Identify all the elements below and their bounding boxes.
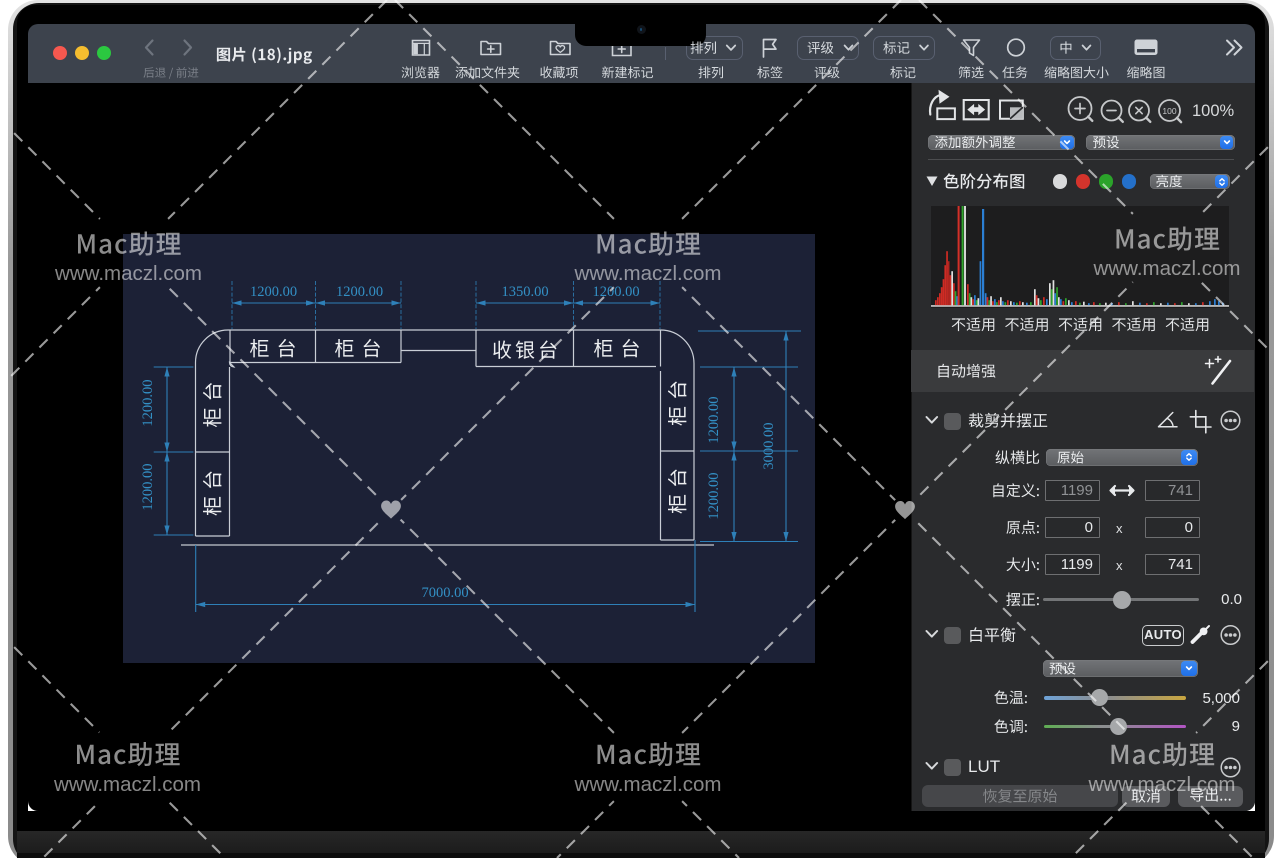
svg-text:www.maczl.com: www.maczl.com	[1088, 773, 1236, 796]
svg-text:www.maczl.com: www.maczl.com	[1093, 257, 1241, 280]
svg-text:www.maczl.com: www.maczl.com	[54, 262, 202, 285]
svg-text:www.maczl.com: www.maczl.com	[574, 262, 722, 285]
svg-text:www.maczl.com: www.maczl.com	[53, 773, 201, 796]
svg-text:www.maczl.com: www.maczl.com	[574, 773, 722, 796]
